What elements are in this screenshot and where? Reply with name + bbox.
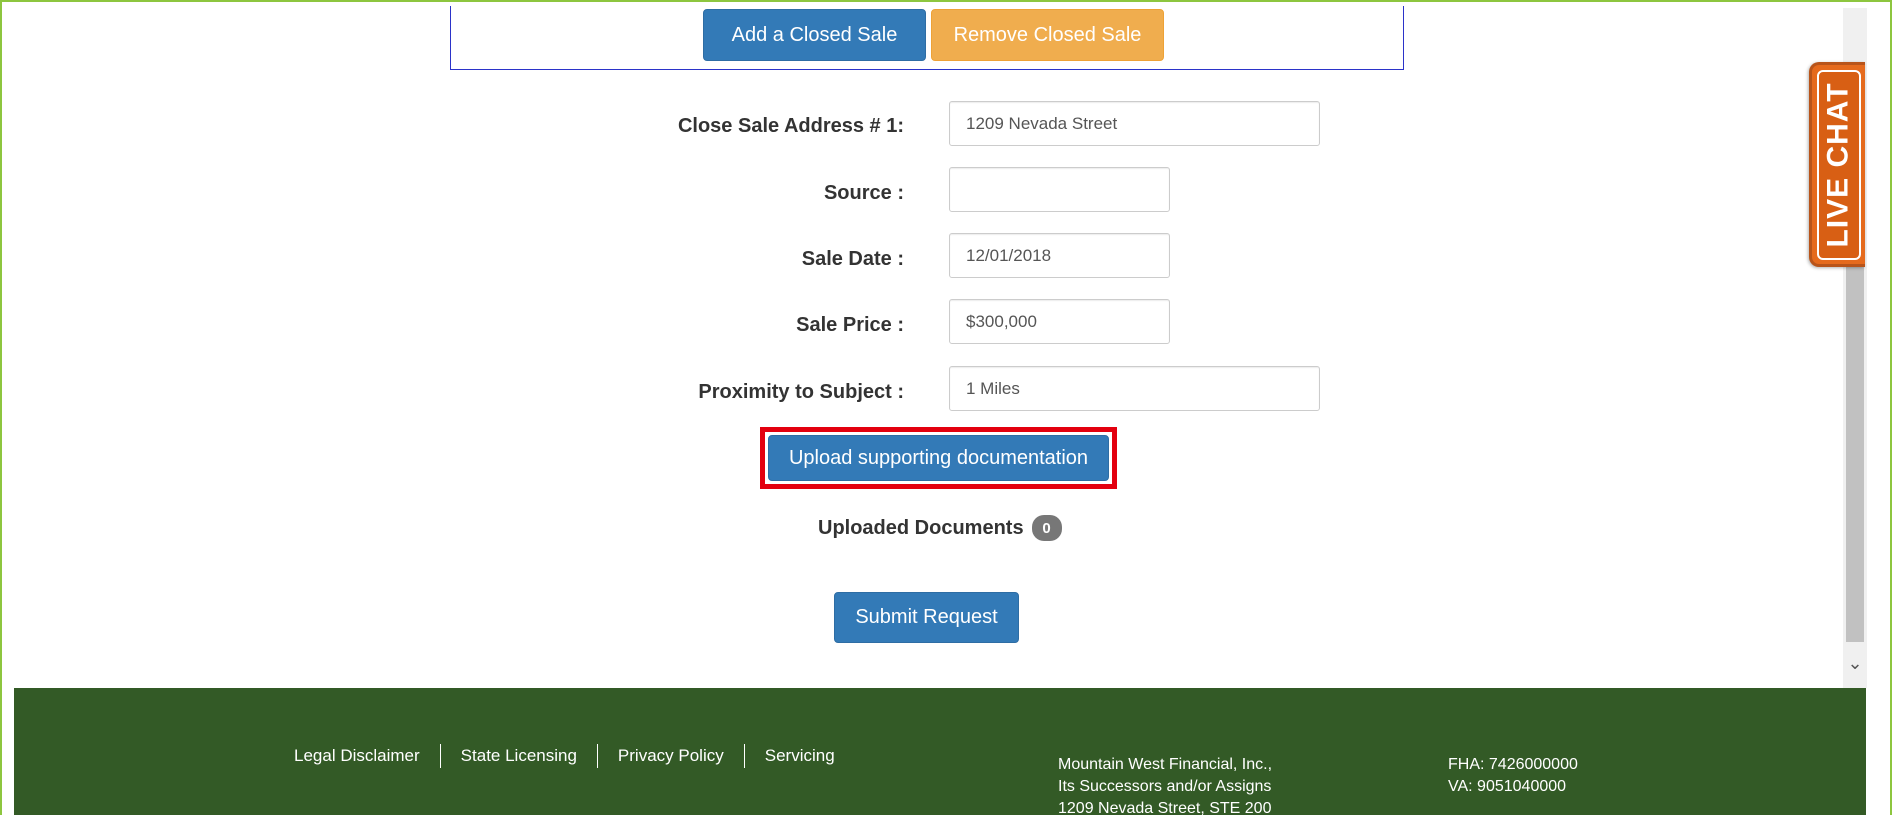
- upload-documentation-button[interactable]: Upload supporting documentation: [768, 435, 1109, 481]
- proximity-input[interactable]: 1 Miles: [949, 366, 1320, 411]
- footer-link-privacy-policy[interactable]: Privacy Policy: [618, 746, 724, 766]
- company-line: Mountain West Financial, Inc.,: [1058, 756, 1273, 773]
- live-chat-button[interactable]: LIVE CHAT: [1809, 62, 1865, 267]
- address-label: Close Sale Address # 1:: [677, 115, 904, 137]
- fha-id: FHA: 7426000000: [1448, 756, 1578, 773]
- source-input[interactable]: [949, 167, 1170, 212]
- footer-company-info: Mountain West Financial, Inc., Its Succe…: [1058, 754, 1272, 820]
- footer-link-legal-disclaimer[interactable]: Legal Disclaimer: [294, 746, 420, 766]
- footer-links: Legal Disclaimer State Licensing Privacy…: [294, 744, 835, 768]
- live-chat-label: LIVE CHAT: [1821, 81, 1855, 248]
- footer-divider: [743, 744, 745, 768]
- footer-divider: [596, 744, 598, 768]
- uploaded-documents: Uploaded Documents 0: [818, 515, 1062, 541]
- live-chat-inner: LIVE CHAT: [1816, 69, 1861, 260]
- main-content: Add a Closed Sale Remove Closed Sale Clo…: [14, 2, 1866, 688]
- company-line: Its Successors and/or Assigns: [1058, 778, 1272, 795]
- company-line: 1209 Nevada Street, STE 200: [1058, 800, 1272, 817]
- sale-date-input[interactable]: 12/01/2018: [949, 233, 1170, 278]
- sale-price-label: Sale Price :: [796, 314, 904, 336]
- footer: Legal Disclaimer State Licensing Privacy…: [14, 688, 1866, 817]
- sale-price-input[interactable]: $300,000: [949, 299, 1170, 344]
- va-id: VA: 9051040000: [1448, 778, 1567, 795]
- uploaded-documents-count-badge: 0: [1031, 515, 1062, 541]
- proximity-label: Proximity to Subject :: [698, 381, 904, 403]
- add-closed-sale-button[interactable]: Add a Closed Sale: [703, 9, 926, 61]
- scroll-down-icon[interactable]: ⌄: [1843, 648, 1867, 678]
- footer-divider: [439, 744, 441, 768]
- submit-request-button[interactable]: Submit Request: [834, 592, 1019, 643]
- remove-closed-sale-button[interactable]: Remove Closed Sale: [931, 9, 1164, 61]
- uploaded-documents-label: Uploaded Documents: [818, 516, 1024, 539]
- footer-link-servicing[interactable]: Servicing: [765, 746, 835, 766]
- footer-link-state-licensing[interactable]: State Licensing: [461, 746, 577, 766]
- sale-date-label: Sale Date :: [801, 248, 904, 270]
- footer-license-ids: FHA: 7426000000 VA: 9051040000: [1448, 754, 1578, 798]
- address-input[interactable]: 1209 Nevada Street: [949, 101, 1320, 146]
- source-label: Source :: [823, 182, 904, 204]
- closed-sale-box: [450, 6, 1404, 70]
